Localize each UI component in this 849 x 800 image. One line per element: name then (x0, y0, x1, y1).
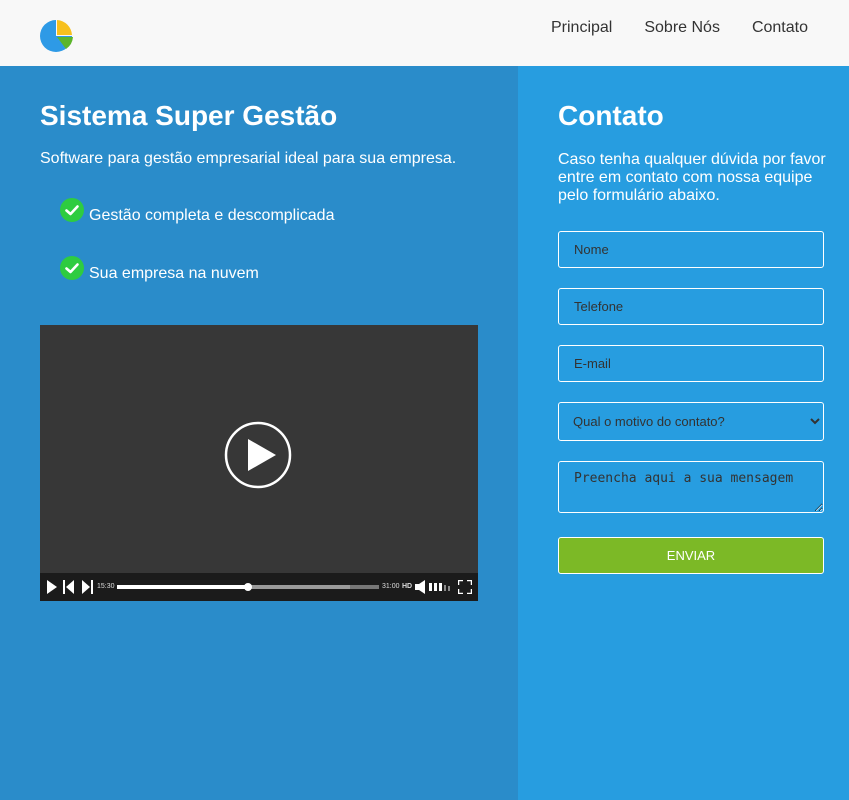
skip-forward-icon[interactable] (82, 580, 93, 594)
contact-title: Contato (558, 100, 664, 131)
current-time: 15:30 (97, 583, 115, 590)
check-circle-icon (60, 198, 84, 222)
play-icon[interactable] (47, 580, 57, 594)
contact-section: Contato Caso tenha qualquer dúvida por f… (518, 66, 849, 800)
quality-badge[interactable]: HD (402, 583, 412, 591)
submit-button[interactable]: ENVIAR (558, 537, 824, 574)
played-bar (117, 585, 248, 589)
hero-section: Sistema Super Gestão Software para gestã… (0, 66, 518, 800)
video-player[interactable]: 15:30 31:00 HD (40, 325, 478, 601)
hero-title: Sistema Super Gestão (40, 100, 338, 131)
duration-time: 31:00 (382, 583, 400, 590)
hero-tagline: Software para gestão empresarial ideal p… (40, 150, 457, 167)
main-nav: Principal Sobre Nós Contato (551, 19, 808, 37)
contact-intro: Caso tenha qualquer dúvida por favor ent… (558, 151, 826, 204)
play-circle-icon[interactable] (224, 421, 292, 489)
nav-link-principal[interactable]: Principal (551, 19, 612, 37)
volume-level-icon[interactable] (429, 583, 453, 591)
skip-back-icon[interactable] (63, 580, 74, 594)
volume-icon[interactable] (415, 580, 427, 594)
message-field[interactable] (558, 461, 824, 513)
feature-text: Sua empresa na nuvem (89, 265, 259, 282)
feature-text: Gestão completa e descomplicada (89, 207, 335, 224)
fullscreen-icon[interactable] (458, 580, 472, 594)
check-circle-icon (60, 256, 84, 280)
nav-link-contato[interactable]: Contato (752, 19, 808, 37)
video-progress-bar[interactable] (117, 583, 379, 591)
video-controls: 15:30 31:00 HD (40, 573, 478, 601)
email-field[interactable] (558, 345, 824, 382)
progress-knob[interactable] (244, 583, 252, 591)
phone-field[interactable] (558, 288, 824, 325)
name-field[interactable] (558, 231, 824, 268)
top-navbar: Principal Sobre Nós Contato (0, 0, 849, 66)
contact-reason-select[interactable]: Qual o motivo do contato? (558, 402, 824, 441)
pie-chart-logo[interactable] (40, 20, 73, 52)
nav-link-sobre-nos[interactable]: Sobre Nós (644, 19, 720, 37)
